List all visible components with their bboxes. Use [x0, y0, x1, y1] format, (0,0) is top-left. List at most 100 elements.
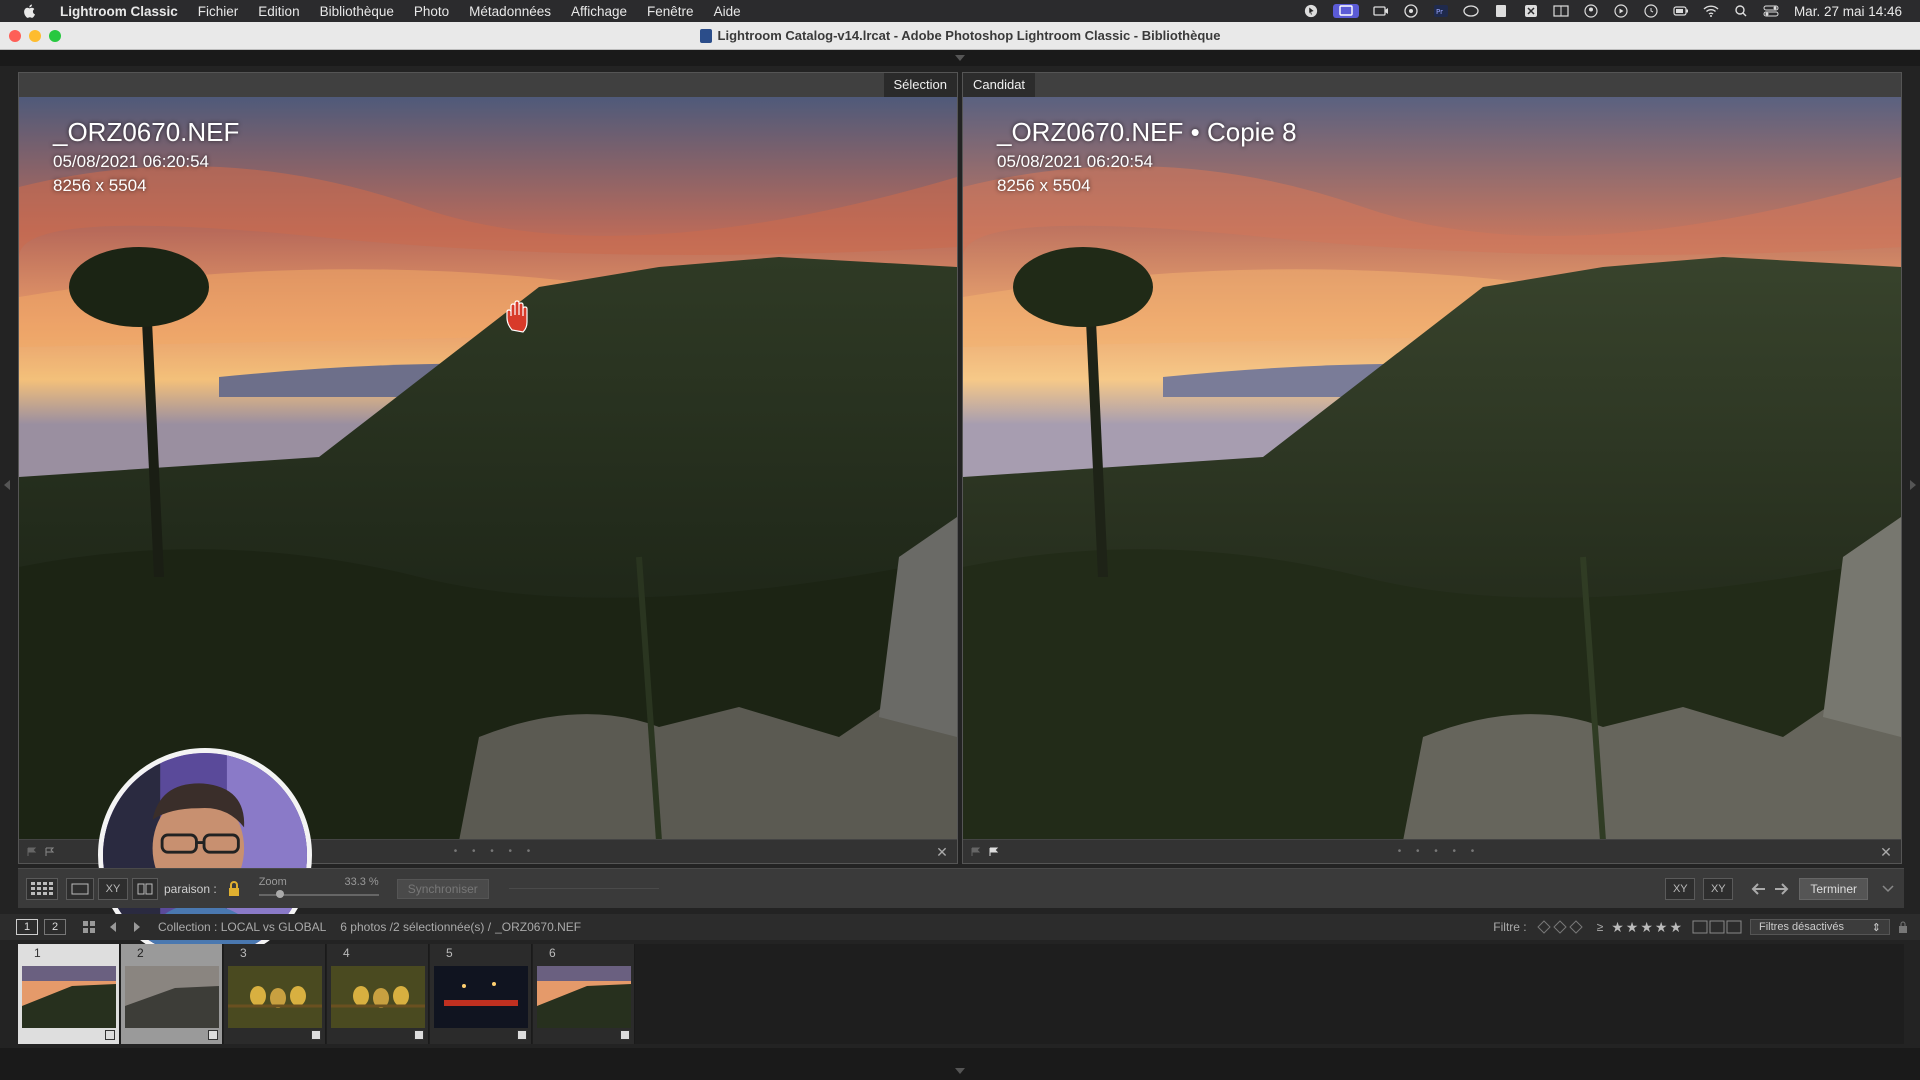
- color-filter-icon[interactable]: [1692, 920, 1742, 934]
- make-select-xy-label: XY: [1710, 882, 1726, 895]
- lock-icon[interactable]: [227, 880, 241, 897]
- survey-view-button[interactable]: [132, 877, 158, 900]
- synchronize-button[interactable]: Synchroniser: [396, 878, 489, 899]
- zoom-window-button[interactable]: [49, 30, 61, 42]
- forward-arrow-icon[interactable]: [130, 920, 144, 934]
- unflag-icon[interactable]: [971, 847, 981, 857]
- filmstrip-cell[interactable]: 6: [533, 944, 635, 1044]
- second-screen-button[interactable]: 2: [44, 919, 66, 935]
- filmstrip-cell[interactable]: 2: [121, 944, 223, 1044]
- overlay-dimensions: 8256 x 5504: [53, 176, 147, 195]
- screen-record-icon[interactable]: [1332, 4, 1359, 18]
- done-button[interactable]: Terminer: [1799, 877, 1868, 900]
- premiere-icon[interactable]: Pr: [1433, 4, 1449, 18]
- candidate-pane[interactable]: Candidat _ORZ0670.NEF • Copie 8 05/08/20…: [962, 72, 1902, 864]
- grid-view-button[interactable]: [26, 877, 58, 900]
- menu-affichage[interactable]: Affichage: [561, 4, 637, 19]
- search-icon[interactable]: [1733, 4, 1749, 18]
- candidate-pane-footer: • • • • • ✕: [963, 839, 1901, 863]
- filmstrip-cell[interactable]: 3: [224, 944, 326, 1044]
- reject-x-icon[interactable]: ✕: [935, 845, 949, 859]
- cell-number: 1: [34, 946, 41, 960]
- toolbar-divider: [508, 888, 659, 889]
- rating-operator[interactable]: ≥: [1597, 920, 1604, 934]
- cell-number: 6: [549, 946, 556, 960]
- zoom-knob[interactable]: [275, 889, 284, 898]
- menu-edition[interactable]: Edition: [248, 4, 309, 19]
- clock[interactable]: Mar. 27 mai 14:46: [1794, 4, 1902, 19]
- flag-filter-icon[interactable]: [1536, 920, 1583, 934]
- thumbnail[interactable]: [537, 966, 631, 1028]
- arrow-left-icon[interactable]: [1751, 882, 1767, 895]
- candidate-photo[interactable]: _ORZ0670.NEF • Copie 8 05/08/2021 06:20:…: [963, 97, 1901, 841]
- filmstrip-cell[interactable]: 5: [430, 944, 532, 1044]
- thumbnail[interactable]: [22, 966, 116, 1028]
- play-icon[interactable]: [1613, 4, 1629, 18]
- minimize-window-button[interactable]: [29, 30, 41, 42]
- cursor-app-icon[interactable]: [1303, 4, 1319, 18]
- right-panel-arrow-icon[interactable]: [1910, 480, 1916, 490]
- thumbnail[interactable]: [331, 966, 425, 1028]
- menu-metadonnees[interactable]: Métadonnées: [459, 4, 561, 19]
- overlay-date: 05/08/2021 06:20:54: [997, 152, 1153, 171]
- bottom-panel-toggle-strip[interactable]: [0, 1048, 1920, 1080]
- close-window-button[interactable]: [9, 30, 21, 42]
- menu-app-name[interactable]: Lightroom Classic: [50, 4, 188, 19]
- flag-icon[interactable]: [989, 847, 999, 857]
- select-pane[interactable]: Sélection _ORZ0670.NEF 05/08/2021 06:20:…: [18, 72, 958, 864]
- catalog-file-icon: [699, 28, 712, 43]
- creative-cloud-icon[interactable]: [1463, 4, 1479, 18]
- bottom-panel-arrow-icon[interactable]: [955, 1068, 965, 1074]
- menu-aide[interactable]: Aide: [704, 4, 751, 19]
- circle-badge-icon[interactable]: [1403, 4, 1419, 18]
- menu-fenetre[interactable]: Fenêtre: [637, 4, 704, 19]
- main-screen-button[interactable]: 1: [16, 919, 38, 935]
- grid-small-icon[interactable]: [82, 920, 96, 934]
- dropdown-arrows-icon: ⇕: [1871, 921, 1881, 934]
- collection-breadcrumb[interactable]: Collection : LOCAL vs GLOBAL: [158, 920, 326, 934]
- battery-icon[interactable]: [1673, 4, 1689, 18]
- compare-label: paraison :: [164, 881, 217, 896]
- back-arrow-icon[interactable]: [106, 920, 120, 934]
- compare-view-button[interactable]: XY: [98, 877, 128, 900]
- select-photo[interactable]: _ORZ0670.NEF 05/08/2021 06:20:54 8256 x …: [19, 97, 957, 841]
- wifi-icon[interactable]: [1703, 4, 1719, 18]
- flag-icon[interactable]: [45, 847, 55, 857]
- edit-badge-icon: [414, 1030, 424, 1040]
- user-icon[interactable]: [1583, 4, 1599, 18]
- thumbnail[interactable]: [434, 966, 528, 1028]
- arrow-right-icon[interactable]: [1773, 882, 1789, 895]
- hand-cursor-icon: [506, 300, 528, 333]
- menu-photo[interactable]: Photo: [404, 4, 459, 19]
- loupe-icon: [71, 883, 89, 894]
- control-center-icon[interactable]: [1763, 4, 1779, 18]
- thumbnail[interactable]: [125, 966, 219, 1028]
- reject-x-icon[interactable]: ✕: [1879, 845, 1893, 859]
- make-select-button[interactable]: XY: [1703, 877, 1734, 900]
- left-panel-arrow-icon[interactable]: [4, 480, 10, 490]
- unflag-icon[interactable]: [27, 847, 37, 857]
- current-file-name[interactable]: _ORZ0670.NEF: [495, 920, 581, 934]
- filter-preset-dropdown[interactable]: Filtres désactivés ⇕: [1750, 919, 1890, 935]
- x-box-icon[interactable]: [1523, 4, 1539, 18]
- loupe-view-button[interactable]: [66, 877, 94, 900]
- split-window-icon[interactable]: [1553, 4, 1569, 18]
- history-icon[interactable]: [1643, 4, 1659, 18]
- top-panel-arrow-icon[interactable]: [955, 55, 965, 61]
- menu-fichier[interactable]: Fichier: [188, 4, 249, 19]
- thumbnail[interactable]: [228, 966, 322, 1028]
- filmstrip-cell[interactable]: 1: [18, 944, 120, 1044]
- rating-stars-filter[interactable]: ★★★★★: [1611, 919, 1684, 936]
- rating-dots[interactable]: • • • • •: [999, 846, 1879, 857]
- chevron-down-icon[interactable]: [1882, 884, 1894, 893]
- swap-button[interactable]: XY: [1665, 877, 1696, 900]
- apple-icon[interactable]: [20, 4, 38, 18]
- cell-number: 2: [137, 946, 144, 960]
- zoom-slider[interactable]: Zoom 33.3 %: [258, 876, 379, 902]
- menu-bibliotheque[interactable]: Bibliothèque: [310, 4, 404, 19]
- clipboard-icon[interactable]: [1493, 4, 1509, 18]
- top-panel-toggle-strip[interactable]: [0, 50, 1920, 66]
- camera-icon[interactable]: [1373, 4, 1389, 18]
- filmstrip-cell[interactable]: 4: [327, 944, 429, 1044]
- filter-lock-icon[interactable]: [1898, 920, 1908, 934]
